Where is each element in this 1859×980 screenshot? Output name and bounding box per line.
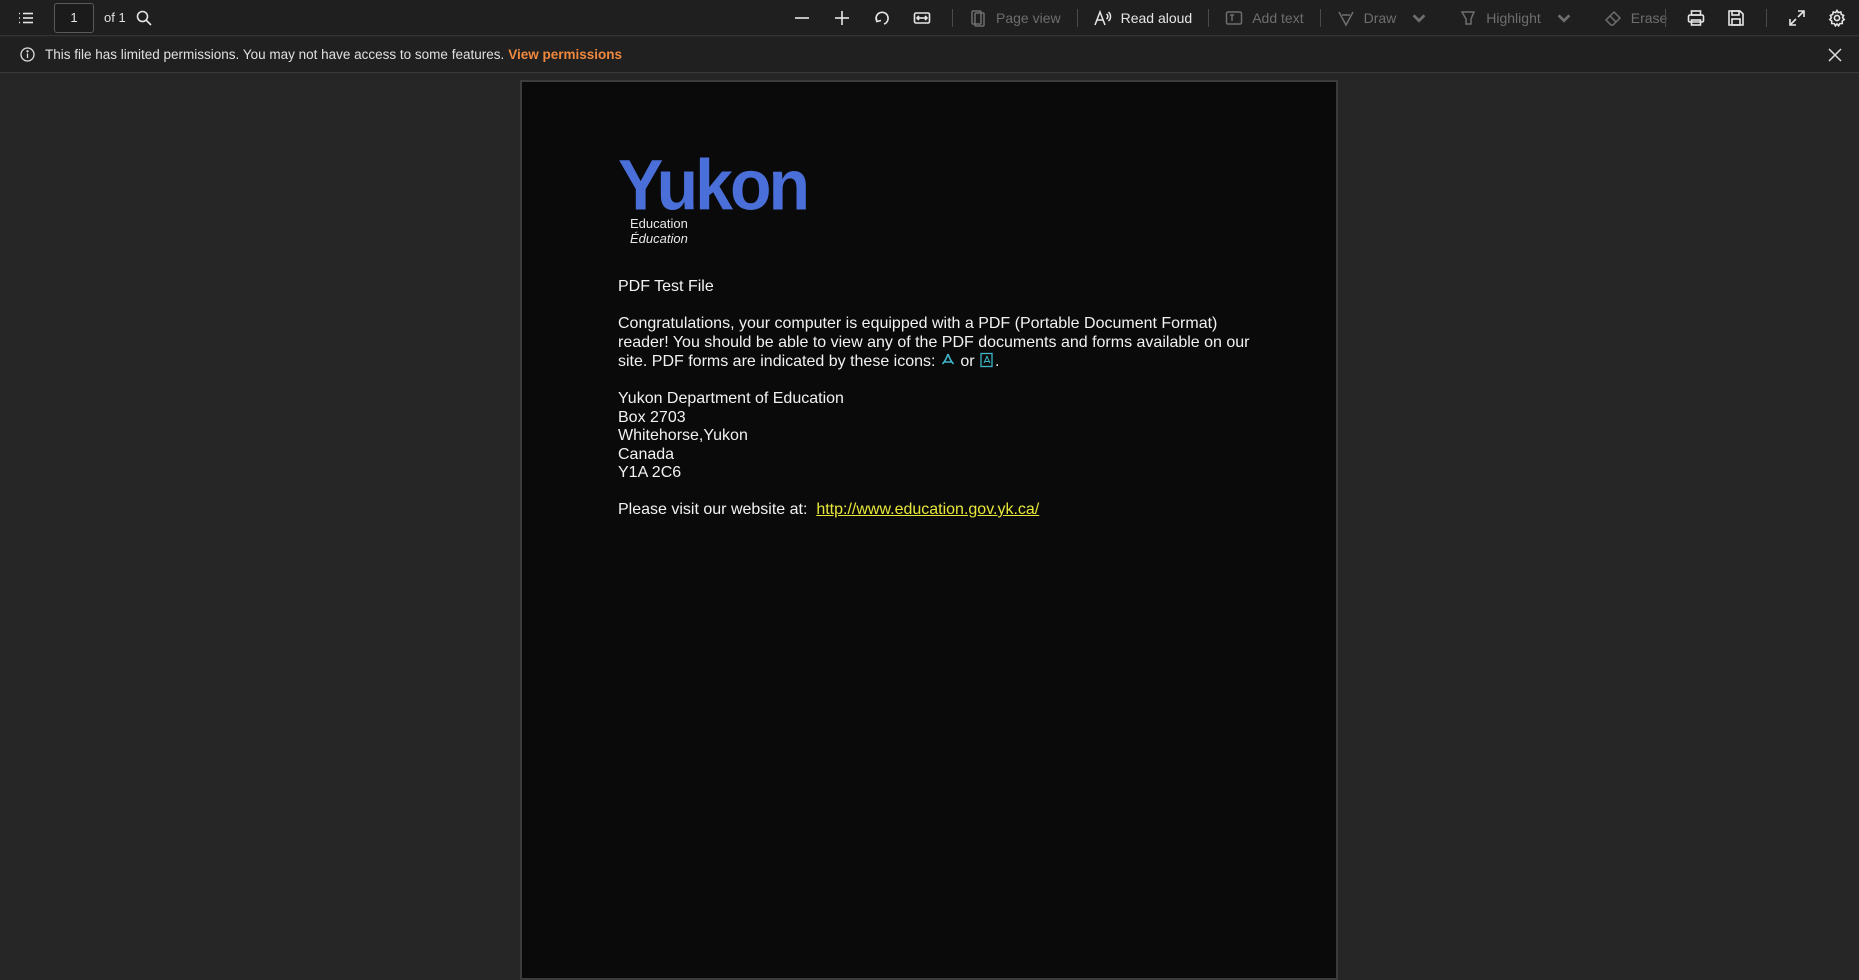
address-line: Yukon Department of Education — [618, 390, 844, 407]
draw-button[interactable]: Draw — [1331, 2, 1444, 34]
document-viewer[interactable]: Yukon Education Éducation PDF Test File … — [0, 74, 1859, 980]
document-title: PDF Test File — [618, 278, 714, 295]
zoom-in-button[interactable] — [822, 2, 862, 34]
pdf-form-icon — [979, 352, 995, 368]
permissions-message: This file has limited permissions. You m… — [45, 47, 505, 62]
divider — [1766, 9, 1767, 27]
divider — [1665, 9, 1666, 27]
address-line: Whitehorse,Yukon — [618, 427, 748, 444]
chevron-down-icon — [1557, 14, 1571, 23]
view-permissions-link[interactable]: View permissions — [508, 47, 622, 62]
fullscreen-icon[interactable] — [1777, 2, 1817, 34]
website-link[interactable]: http://www.education.gov.yk.ca/ — [816, 501, 1039, 518]
icons-or: or — [955, 353, 980, 370]
address-line: Canada — [618, 445, 675, 463]
divider — [1076, 9, 1078, 27]
page-view-label: Page view — [996, 10, 1061, 26]
acrobat-icon — [940, 352, 956, 368]
pdf-toolbar: of 1 Page view Read aloud Add — [0, 0, 1859, 36]
pdf-page: Yukon Education Éducation PDF Test File … — [520, 80, 1338, 980]
divider — [1319, 9, 1321, 27]
icons-end: . — [995, 353, 1000, 370]
draw-icon — [1337, 11, 1354, 27]
logo-subtitle-fr: Éducation — [630, 231, 688, 246]
website-line: Please visit our website at: http://www.… — [618, 501, 1258, 520]
page-view-button[interactable]: Page view — [963, 2, 1067, 34]
address-block: Yukon Department of Education Box 2703 W… — [618, 390, 1258, 483]
contents-list-icon[interactable] — [10, 2, 42, 34]
zoom-out-button[interactable] — [782, 2, 822, 34]
intro-paragraph: Congratulations, your computer is equipp… — [618, 315, 1258, 372]
gear-icon[interactable] — [1817, 2, 1857, 34]
highlight-label: Highlight — [1486, 10, 1541, 26]
save-icon[interactable] — [1716, 2, 1756, 34]
add-text-button[interactable]: Add text — [1219, 2, 1309, 34]
fit-width-icon[interactable] — [902, 2, 942, 34]
read-aloud-button[interactable]: Read aloud — [1088, 2, 1199, 34]
draw-label: Draw — [1363, 10, 1397, 26]
eraser-icon — [1604, 10, 1621, 26]
address-line: Box 2703 — [618, 408, 686, 426]
page-view-icon — [971, 10, 985, 27]
read-aloud-label: Read aloud — [1120, 10, 1193, 26]
highlight-icon — [1460, 11, 1476, 25]
intro-text: Congratulations, your computer is equipp… — [618, 315, 1250, 370]
address-line: Y1A 2C6 — [618, 464, 682, 481]
info-icon — [20, 47, 35, 62]
divider — [952, 9, 953, 27]
document-body: PDF Test File Congratulations, your comp… — [618, 278, 1258, 538]
close-icon[interactable] — [1825, 45, 1845, 65]
search-icon[interactable] — [128, 2, 160, 34]
yukon-education-logo: Yukon Education Éducation — [618, 145, 810, 246]
permissions-infobar: This file has limited permissions. You m… — [0, 37, 1859, 73]
logo-wordmark: Yukon — [618, 145, 810, 226]
page-count: of 1 — [104, 10, 126, 25]
divider — [1208, 9, 1210, 27]
add-text-icon — [1225, 11, 1243, 25]
highlight-button[interactable]: Highlight — [1453, 2, 1587, 34]
page-number-input[interactable] — [54, 2, 94, 33]
rotate-icon[interactable] — [862, 2, 902, 34]
website-prefix: Please visit our website at: — [618, 501, 817, 518]
chevron-down-icon — [1412, 14, 1426, 23]
print-icon[interactable] — [1676, 2, 1716, 34]
read-aloud-icon — [1093, 9, 1111, 26]
add-text-label: Add text — [1252, 10, 1304, 26]
